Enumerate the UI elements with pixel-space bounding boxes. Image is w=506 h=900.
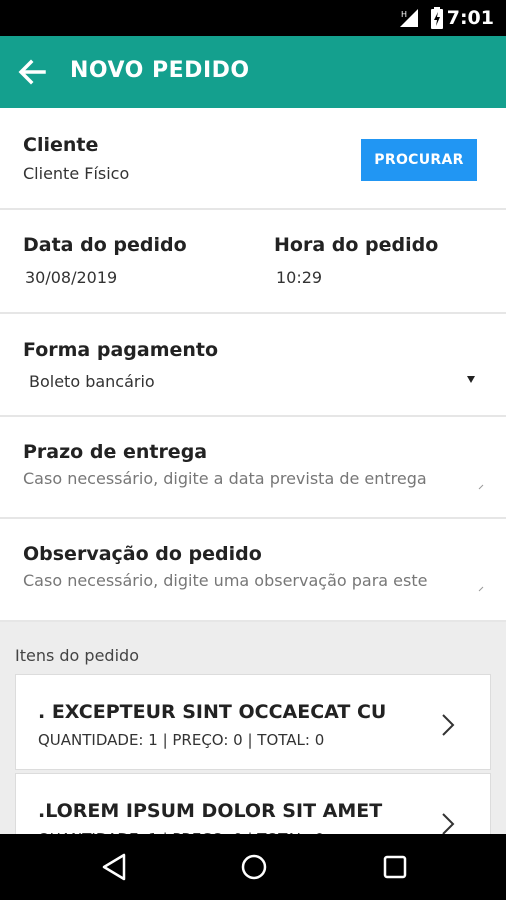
divider [0,415,506,417]
svg-text:H: H [401,10,407,19]
resize-handle-icon [478,484,484,490]
nav-back-icon[interactable] [100,852,128,882]
divider [0,208,506,210]
item-info: QUANTIDADE: 1 | PREÇO: 0 | TOTAL: 0 [38,731,325,749]
status-bar: H 7:01 [0,0,506,36]
items-section-title: Itens do pedido [15,646,139,665]
chevron-right-icon [442,714,455,736]
observacao-input[interactable]: Caso necessário, digite uma observação p… [23,571,427,590]
cliente-value: Cliente Físico [23,164,130,183]
forma-pagamento-label: Forma pagamento [23,339,219,361]
prazo-entrega-label: Prazo de entrega [23,441,208,463]
nav-recents-icon[interactable] [381,852,409,882]
page-title: NOVO PEDIDO [70,58,250,83]
app-bar: NOVO PEDIDO [0,36,506,108]
nav-home-icon[interactable] [240,852,268,882]
hora-pedido-label: Hora do pedido [274,234,439,256]
arrow-left-icon[interactable] [14,54,50,90]
forma-pagamento-select[interactable]: Boleto bancário [29,372,155,391]
item-name: . EXCEPTEUR SINT OCCAECAT CU [38,701,387,723]
navigation-bar [0,834,506,900]
chevron-right-icon [442,813,455,835]
procurar-button[interactable]: PROCURAR [361,139,477,181]
divider [0,517,506,519]
dropdown-arrow-icon[interactable] [467,376,475,383]
observacao-label: Observação do pedido [23,543,262,565]
data-pedido-label: Data do pedido [23,234,187,256]
battery-charging-icon [431,7,443,29]
item-name: .LOREM IPSUM DOLOR SIT AMET [38,800,383,822]
prazo-entrega-input[interactable]: Caso necessário, digite a data prevista … [23,469,427,488]
list-item[interactable]: . EXCEPTEUR SINT OCCAECAT CU QUANTIDADE:… [15,674,491,770]
resize-handle-icon [478,586,484,592]
hora-pedido-field[interactable]: 10:29 [276,268,322,287]
signal-icon: H [400,9,418,27]
divider [0,312,506,314]
data-pedido-field[interactable]: 30/08/2019 [25,268,117,287]
status-time: 7:01 [446,7,494,29]
cliente-label: Cliente [23,134,99,156]
